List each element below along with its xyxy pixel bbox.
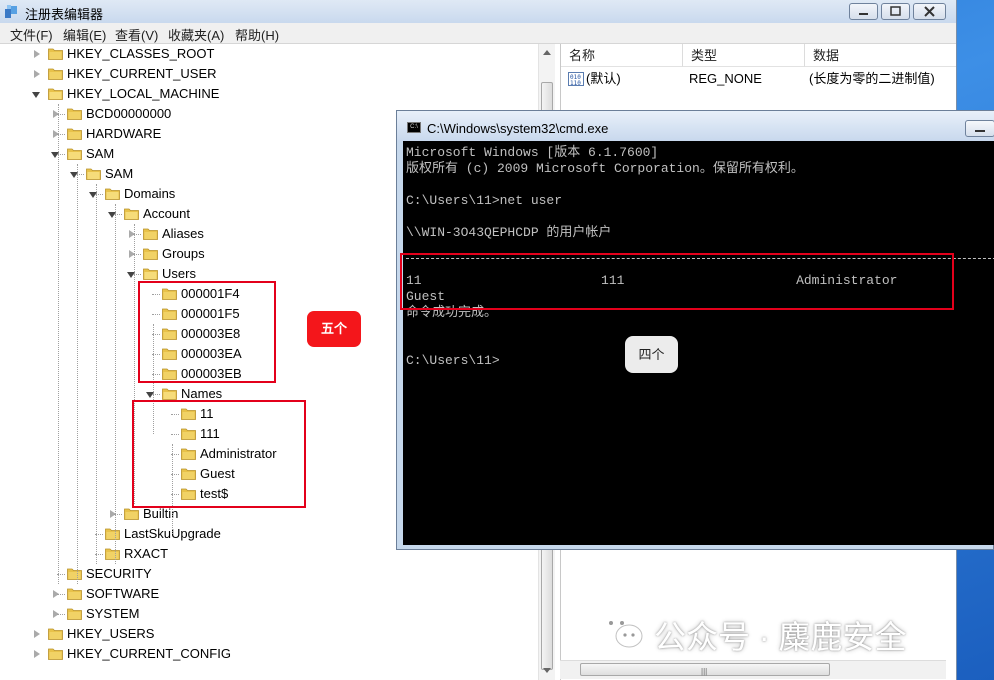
tree-guide-line [96, 184, 97, 564]
folder-icon [48, 88, 63, 100]
horizontal-scrollbar-thumb[interactable]: ||| [580, 663, 830, 676]
tree-guide-line [58, 104, 59, 584]
tree-node-label: BCD00000000 [86, 106, 172, 121]
folder-icon [143, 228, 158, 240]
folder-icon [143, 248, 158, 260]
folder-icon [48, 48, 63, 60]
annotation-badge-four: 四个 [625, 336, 678, 373]
folder-icon [48, 628, 63, 640]
annotation-badge-five: 五个 [307, 311, 361, 347]
menu-view[interactable]: 查看(V) [115, 25, 158, 44]
tree-guide-line [115, 204, 116, 564]
console-line: 版权所有 (c) 2009 Microsoft Corporation。保留所有… [406, 161, 804, 176]
tree-node-label: HKEY_CLASSES_ROOT [67, 46, 215, 61]
window-title: 注册表编辑器 [25, 7, 104, 22]
menu-help[interactable]: 帮助(H) [235, 25, 279, 44]
cmd-title-bar: C:\ C:\Windows\system32\cmd.exe [397, 111, 994, 141]
close-button[interactable] [913, 3, 946, 20]
value-name: (默认) [586, 71, 621, 86]
value-type: REG_NONE [689, 71, 762, 86]
folder-icon [67, 108, 82, 120]
tree-node-label: HKEY_LOCAL_MACHINE [67, 86, 220, 101]
minimize-icon [975, 130, 985, 132]
value-data: (长度为零的二进制值) [809, 71, 935, 86]
folder-icon [67, 128, 82, 140]
tree-node-label: HKEY_CURRENT_CONFIG [67, 646, 231, 661]
folder-icon [105, 188, 120, 200]
tree-node-label: SAM [86, 146, 115, 161]
column-header-data[interactable]: 数据 [805, 44, 956, 67]
tree-node-label: SECURITY [86, 566, 152, 581]
folder-icon [124, 508, 139, 520]
tree-node-label: HKEY_USERS [67, 626, 155, 641]
console-line: \\WIN-3O43QEPHCDP 的用户帐户 [406, 225, 612, 240]
folder-icon [67, 588, 82, 600]
annotation-box-names [132, 400, 306, 508]
folder-icon [143, 268, 158, 280]
tree-connector [57, 594, 65, 595]
cmd-console[interactable]: Microsoft Windows [版本 6.1.7600] 版权所有 (c) … [403, 141, 994, 545]
console-line: C:\Users\11> [406, 353, 500, 368]
collapsed-arrow-icon[interactable] [34, 50, 40, 58]
expanded-arrow-icon[interactable] [32, 92, 40, 98]
folder-icon [48, 648, 63, 660]
cmd-window: C:\ C:\Windows\system32\cmd.exe Microsof… [396, 110, 994, 550]
tree-node-label: Aliases [162, 226, 204, 241]
svg-text:110: 110 [570, 80, 581, 86]
folder-icon [86, 168, 101, 180]
maximize-button[interactable] [881, 3, 910, 20]
collapsed-arrow-icon[interactable] [34, 650, 40, 658]
annotation-box-net-user [400, 253, 954, 310]
menu-favorites[interactable]: 收藏夹(A) [168, 25, 224, 44]
minimize-icon [859, 13, 868, 15]
maximize-icon [890, 6, 901, 16]
title-bar: 注册表编辑器 [0, 0, 956, 23]
column-header-name[interactable]: 名称 [561, 44, 683, 67]
annotation-box-users [138, 281, 276, 383]
folder-icon [67, 148, 82, 160]
tree-node-label: SAM [105, 166, 134, 181]
cmd-minimize-button[interactable] [965, 120, 994, 137]
menu-bar: 文件(F) 编辑(E) 查看(V) 收藏夹(A) 帮助(H) [0, 23, 956, 44]
tree-node-label: SOFTWARE [86, 586, 160, 601]
menu-edit[interactable]: 编辑(E) [63, 25, 106, 44]
console-line: C:\Users\11>net user [406, 193, 563, 208]
wechat-icon [601, 613, 643, 648]
folder-icon [67, 568, 82, 580]
folder-icon [105, 528, 120, 540]
binary-value-icon: 010 110 [568, 72, 584, 86]
cmd-window-title: C:\Windows\system32\cmd.exe [427, 121, 609, 136]
tree-node-label: HARDWARE [86, 126, 162, 141]
tree-node-label: Account [143, 206, 190, 221]
tree-node-label: Groups [162, 246, 205, 261]
minimize-button[interactable] [849, 3, 878, 20]
scroll-up-icon[interactable] [543, 50, 551, 55]
close-icon [924, 6, 935, 17]
folder-icon [162, 388, 177, 400]
menu-file[interactable]: 文件(F) [10, 25, 53, 44]
column-header-type[interactable]: 类型 [683, 44, 805, 67]
folder-icon [48, 68, 63, 80]
tree-node-label: RXACT [124, 546, 169, 561]
folder-icon [67, 608, 82, 620]
values-horizontal-scrollbar[interactable]: ||| [560, 660, 946, 679]
scroll-down-icon[interactable] [543, 668, 551, 673]
tree-node-label: HKEY_CURRENT_USER [67, 66, 217, 81]
tree-node-label: SYSTEM [86, 606, 140, 621]
tree-node-label: Domains [124, 186, 176, 201]
watermark-text: 公众号 · 麋鹿安全 [654, 619, 907, 655]
folder-icon [105, 548, 120, 560]
folder-icon [124, 208, 139, 220]
collapsed-arrow-icon[interactable] [34, 70, 40, 78]
cmd-app-icon: C:\ [407, 122, 421, 133]
tree-connector [57, 614, 65, 615]
collapsed-arrow-icon[interactable] [34, 630, 40, 638]
registry-app-icon [5, 5, 17, 18]
tree-guide-line [77, 164, 78, 584]
console-line: Microsoft Windows [版本 6.1.7600] [406, 145, 659, 160]
